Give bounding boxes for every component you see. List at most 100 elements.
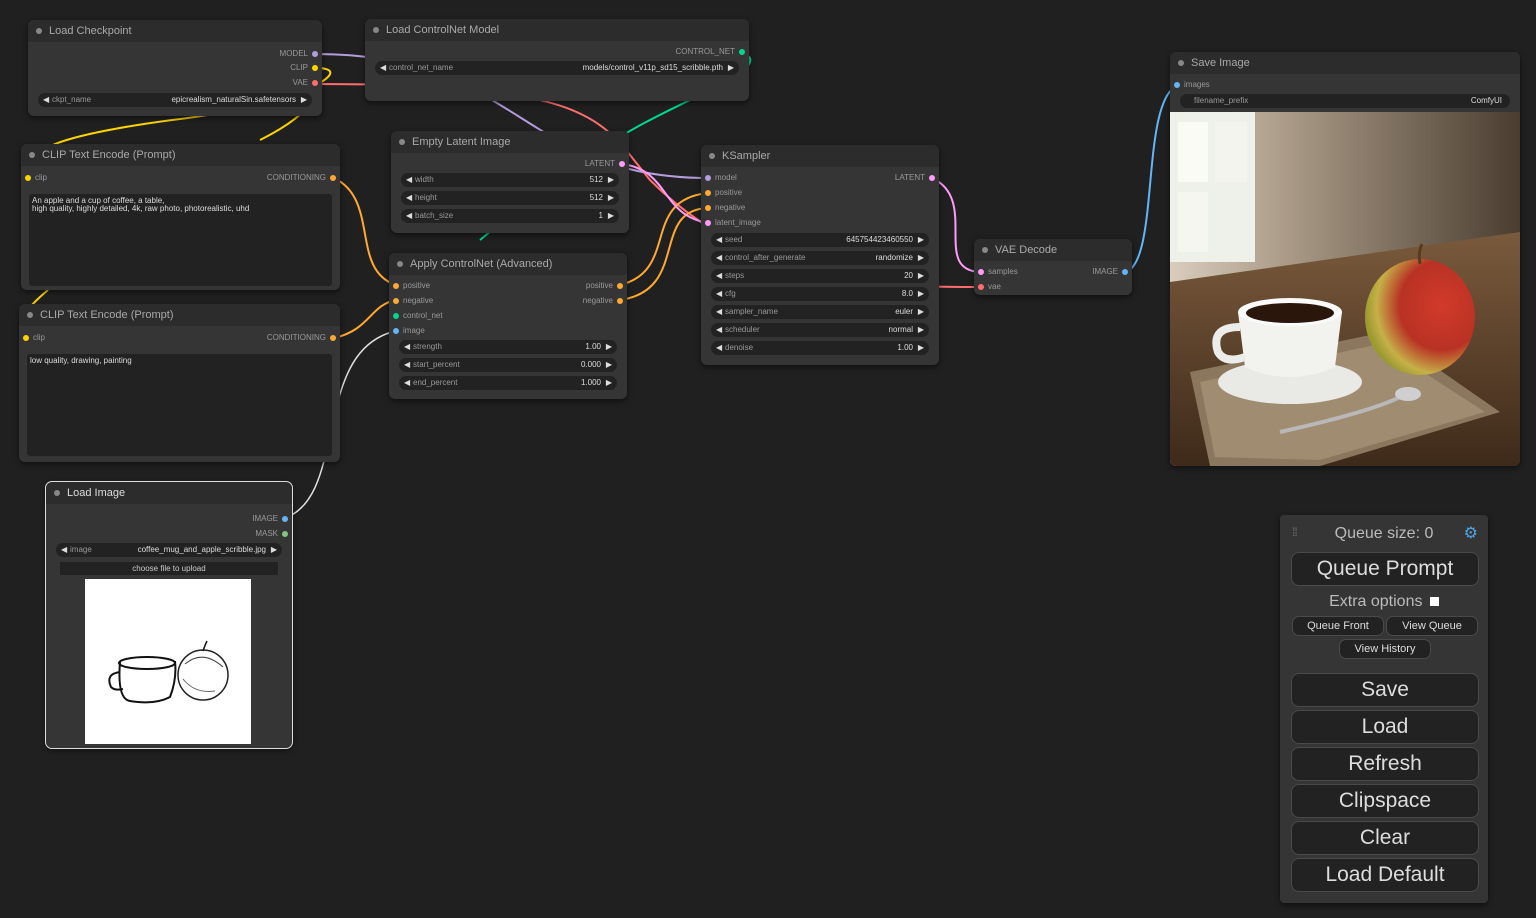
node-header[interactable]: CLIP Text Encode (Prompt) xyxy=(19,304,340,326)
slot-dot-icon[interactable] xyxy=(705,190,711,196)
node-clip-text-negative[interactable]: CLIP Text Encode (Prompt) clip CONDITION… xyxy=(19,304,340,462)
node-vae-decode[interactable]: VAE Decode samples vae IMAGE xyxy=(974,239,1132,295)
collapse-dot-icon[interactable] xyxy=(1178,60,1184,66)
collapse-dot-icon[interactable] xyxy=(27,312,33,318)
extra-options-checkbox[interactable] xyxy=(1429,597,1439,607)
widget-end-percent[interactable]: ◀ end_percent 1.000 ▶ xyxy=(399,376,617,390)
widget-sampler-name[interactable]: ◀ sampler_name euler ▶ xyxy=(711,305,929,319)
arrow-left-icon[interactable]: ◀ xyxy=(43,93,49,107)
widget-ckpt-name[interactable]: ◀ ckpt_name epicrealism_naturalSin.safeten… xyxy=(38,93,312,107)
slot-dot-icon[interactable] xyxy=(1174,82,1180,88)
slot-dot-icon[interactable] xyxy=(330,175,336,181)
slot-dot-icon[interactable] xyxy=(1122,269,1128,275)
arrow-left-icon[interactable]: ◀ xyxy=(716,323,722,337)
slot-dot-icon[interactable] xyxy=(393,328,399,334)
node-graph-canvas[interactable]: Load Checkpoint MODEL CLIP VAE ◀ ckpt_nam… xyxy=(0,0,1536,918)
node-header[interactable]: Load Image xyxy=(46,482,292,504)
node-header[interactable]: VAE Decode xyxy=(974,239,1132,261)
upload-button[interactable]: choose file to upload xyxy=(60,562,278,575)
widget-batch-size[interactable]: ◀ batch_size 1 ▶ xyxy=(401,209,619,223)
slot-dot-icon[interactable] xyxy=(617,283,623,289)
output-positive[interactable]: positive xyxy=(586,279,627,293)
arrow-left-icon[interactable]: ◀ xyxy=(406,209,412,223)
collapse-dot-icon[interactable] xyxy=(54,490,60,496)
node-header[interactable]: CLIP Text Encode (Prompt) xyxy=(21,144,340,166)
slot-dot-icon[interactable] xyxy=(393,283,399,289)
node-header[interactable]: KSampler xyxy=(701,145,939,167)
widget-start-percent[interactable]: ◀ start_percent 0.000 ▶ xyxy=(399,358,617,372)
slot-dot-icon[interactable] xyxy=(25,175,31,181)
slot-dot-icon[interactable] xyxy=(23,335,29,341)
widget-scheduler[interactable]: ◀ scheduler normal ▶ xyxy=(711,323,929,337)
slot-dot-icon[interactable] xyxy=(978,284,984,290)
slot-dot-icon[interactable] xyxy=(282,516,288,522)
view-queue-button[interactable]: View Queue xyxy=(1386,616,1478,636)
slot-dot-icon[interactable] xyxy=(929,175,935,181)
node-load-checkpoint[interactable]: Load Checkpoint MODEL CLIP VAE ◀ ckpt_nam… xyxy=(28,20,322,116)
widget-cfg[interactable]: ◀ cfg 8.0 ▶ xyxy=(711,287,929,301)
slot-dot-icon[interactable] xyxy=(312,65,318,71)
slot-dot-icon[interactable] xyxy=(739,49,745,55)
widget-control-net-name[interactable]: ◀ control_net_name models/control_v11p_sd1… xyxy=(375,61,739,75)
slot-dot-icon[interactable] xyxy=(705,205,711,211)
collapse-dot-icon[interactable] xyxy=(982,247,988,253)
arrow-right-icon[interactable]: ▶ xyxy=(918,305,924,319)
collapse-dot-icon[interactable] xyxy=(709,153,715,159)
arrow-left-icon[interactable]: ◀ xyxy=(716,287,722,301)
input-clip[interactable]: clip xyxy=(21,171,47,185)
widget-width[interactable]: ◀ width 512 ▶ xyxy=(401,173,619,187)
output-clip[interactable]: CLIP xyxy=(290,61,322,75)
arrow-left-icon[interactable]: ◀ xyxy=(404,358,410,372)
arrow-left-icon[interactable]: ◀ xyxy=(404,376,410,390)
slot-dot-icon[interactable] xyxy=(619,161,625,167)
gear-icon[interactable]: ⚙ xyxy=(1464,523,1478,543)
arrow-right-icon[interactable]: ▶ xyxy=(608,173,614,187)
output-latent[interactable]: LATENT xyxy=(585,157,629,171)
arrow-left-icon[interactable]: ◀ xyxy=(716,269,722,283)
node-save-image[interactable]: Save Image images filename_prefix ComfyUI xyxy=(1170,52,1520,466)
output-latent[interactable]: LATENT xyxy=(895,171,939,185)
slot-dot-icon[interactable] xyxy=(312,51,318,57)
widget-control-after-generate[interactable]: ◀ control_after_generate randomize ▶ xyxy=(711,251,929,265)
output-control-net[interactable]: CONTROL_NET xyxy=(675,45,749,59)
load-default-button[interactable]: Load Default xyxy=(1291,858,1479,892)
collapse-dot-icon[interactable] xyxy=(397,261,403,267)
node-apply-controlnet[interactable]: Apply ControlNet (Advanced) positive neg… xyxy=(389,253,627,399)
arrow-left-icon[interactable]: ◀ xyxy=(61,543,67,557)
arrow-right-icon[interactable]: ▶ xyxy=(271,543,277,557)
input-positive[interactable]: positive xyxy=(701,186,742,200)
widget-strength[interactable]: ◀ strength 1.00 ▶ xyxy=(399,340,617,354)
arrow-right-icon[interactable]: ▶ xyxy=(918,251,924,265)
arrow-right-icon[interactable]: ▶ xyxy=(608,209,614,223)
output-image-preview[interactable] xyxy=(1170,112,1520,466)
input-negative[interactable]: negative xyxy=(701,201,745,215)
view-history-button[interactable]: View History xyxy=(1339,639,1431,659)
queue-prompt-button[interactable]: Queue Prompt xyxy=(1291,552,1479,586)
output-conditioning[interactable]: CONDITIONING xyxy=(267,331,340,345)
slot-dot-icon[interactable] xyxy=(393,313,399,319)
widget-image[interactable]: ◀ image coffee_mug_and_apple_scribble.jpg ▶ xyxy=(56,543,282,557)
node-load-image[interactable]: Load Image IMAGE MASK ◀ image coffee_mug_a… xyxy=(45,481,293,749)
widget-seed[interactable]: ◀ seed 645754423460550 ▶ xyxy=(711,233,929,247)
arrow-left-icon[interactable]: ◀ xyxy=(406,173,412,187)
node-header[interactable]: Apply ControlNet (Advanced) xyxy=(389,253,627,275)
input-clip[interactable]: clip xyxy=(19,331,45,345)
input-control-net[interactable]: control_net xyxy=(389,309,443,323)
output-image[interactable]: IMAGE xyxy=(252,512,292,526)
refresh-button[interactable]: Refresh xyxy=(1291,747,1479,781)
clipspace-button[interactable]: Clipspace xyxy=(1291,784,1479,818)
output-conditioning[interactable]: CONDITIONING xyxy=(267,171,340,185)
widget-denoise[interactable]: ◀ denoise 1.00 ▶ xyxy=(711,341,929,355)
input-samples[interactable]: samples xyxy=(974,265,1018,279)
node-clip-text-positive[interactable]: CLIP Text Encode (Prompt) clip CONDITION… xyxy=(21,144,340,290)
output-image[interactable]: IMAGE xyxy=(1092,265,1132,279)
slot-dot-icon[interactable] xyxy=(282,531,288,537)
arrow-right-icon[interactable]: ▶ xyxy=(728,61,734,75)
arrow-left-icon[interactable]: ◀ xyxy=(406,191,412,205)
prompt-textarea[interactable]: An apple and a cup of coffee, a table, h… xyxy=(29,194,332,286)
arrow-right-icon[interactable]: ▶ xyxy=(918,269,924,283)
arrow-left-icon[interactable]: ◀ xyxy=(716,305,722,319)
slot-dot-icon[interactable] xyxy=(312,80,318,86)
collapse-dot-icon[interactable] xyxy=(399,139,405,145)
arrow-left-icon[interactable]: ◀ xyxy=(716,251,722,265)
